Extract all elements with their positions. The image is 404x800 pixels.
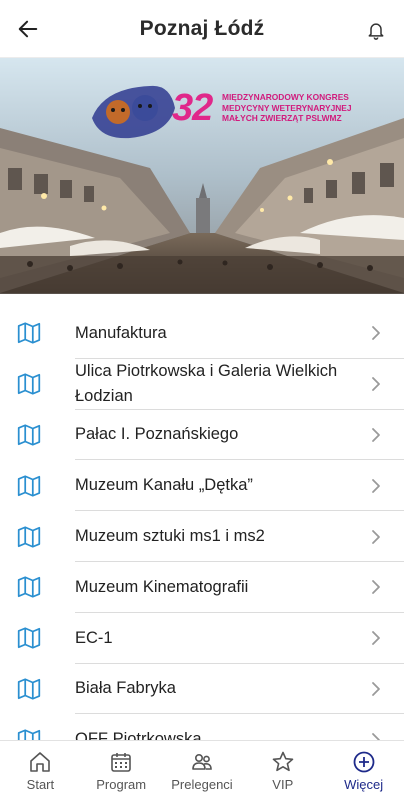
chevron-right-icon xyxy=(372,682,380,696)
tab-vip-label: VIP xyxy=(272,777,294,792)
tab-program-label: Program xyxy=(96,777,147,792)
list-item[interactable]: Ulica Piotrkowska i Galeria Wielkich Łod… xyxy=(0,359,404,410)
list-item[interactable]: Muzeum sztuki ms1 i ms2 xyxy=(0,511,404,562)
map-icon xyxy=(17,322,41,345)
banner-line-2: MEDYCYNY WETERYNARYJNEJ xyxy=(222,102,352,113)
chevron-right-icon xyxy=(372,428,380,442)
list-item[interactable]: EC-1 xyxy=(0,613,404,664)
list-item-label: Muzeum Kinematografii xyxy=(75,577,249,596)
list-item-label: Muzeum Kanału „Dętka” xyxy=(75,476,253,495)
tab-prelegenci[interactable]: Prelegenci xyxy=(162,741,243,800)
chevron-right-icon xyxy=(372,478,380,493)
bottom-tab-bar: Start Program Prelegenci VIP Więcej xyxy=(0,740,404,800)
list-item[interactable]: Muzeum Kanału „Dętka” xyxy=(0,460,404,512)
chevron-right-icon xyxy=(372,631,380,646)
list-item[interactable]: Pałac I. Poznańskiego xyxy=(0,410,404,461)
list-item-label: Pałac I. Poznańskiego xyxy=(75,425,239,444)
list-item[interactable]: Muzeum Kinematografii xyxy=(0,562,404,613)
map-icon xyxy=(17,627,41,649)
home-icon xyxy=(30,752,51,772)
plus-circle-icon xyxy=(353,751,374,773)
map-icon xyxy=(17,475,41,497)
places-list: Manufaktura Ulica Piotrkowska i Galeria W… xyxy=(0,308,404,766)
notifications-button[interactable] xyxy=(360,14,392,46)
banner-text: MIĘDZYNARODOWY KONGRES MEDYCYNY WETERYNA… xyxy=(222,92,352,124)
hero-image: 32 MIĘDZYNARODOWY KONGRES MEDYCYNY WETER… xyxy=(0,58,404,294)
list-item-label: Muzeum sztuki ms1 i ms2 xyxy=(75,527,265,546)
star-icon xyxy=(272,751,294,772)
banner-line-3: MAŁYCH ZWIERZĄT PSLWMZ xyxy=(222,113,342,123)
list-item-label: EC-1 xyxy=(75,628,113,647)
map-icon xyxy=(17,525,41,548)
tab-wiecej[interactable]: Więcej xyxy=(323,741,404,800)
tab-vip[interactable]: VIP xyxy=(242,741,323,800)
tab-start[interactable]: Start xyxy=(0,741,81,800)
app-header: Poznaj Łódź xyxy=(0,0,404,58)
tab-program[interactable]: Program xyxy=(81,741,162,800)
list-item-label: Ulica Piotrkowska i Galeria Wielkich Łod… xyxy=(75,362,338,406)
back-button[interactable] xyxy=(12,13,44,45)
arrow-left-icon xyxy=(18,20,38,38)
chevron-right-icon xyxy=(372,326,380,341)
list-item-label: Manufaktura xyxy=(75,323,167,342)
chevron-right-icon xyxy=(372,529,380,544)
tab-start-label: Start xyxy=(26,777,55,792)
tab-prelegenci-label: Prelegenci xyxy=(171,777,233,792)
banner-line-1: MIĘDZYNARODOWY KONGRES xyxy=(222,92,349,102)
tab-wiecej-label: Więcej xyxy=(344,777,384,792)
chevron-right-icon xyxy=(372,377,380,392)
list-item-label: Biała Fabryka xyxy=(75,679,176,698)
map-icon xyxy=(17,373,41,395)
banner-number: 32 xyxy=(172,87,213,129)
map-icon xyxy=(17,424,41,446)
calendar-icon xyxy=(111,753,131,772)
page-title: Poznaj Łódź xyxy=(139,16,265,40)
map-icon xyxy=(17,576,41,598)
map-icon xyxy=(17,678,41,700)
list-item[interactable]: Manufaktura xyxy=(0,308,404,359)
people-icon xyxy=(192,754,212,770)
congress-banner: 32 MIĘDZYNARODOWY KONGRES MEDYCYNY WETER… xyxy=(84,80,352,138)
bell-icon xyxy=(368,23,384,40)
list-item[interactable]: Biała Fabryka xyxy=(0,664,404,715)
chevron-right-icon xyxy=(372,580,380,595)
